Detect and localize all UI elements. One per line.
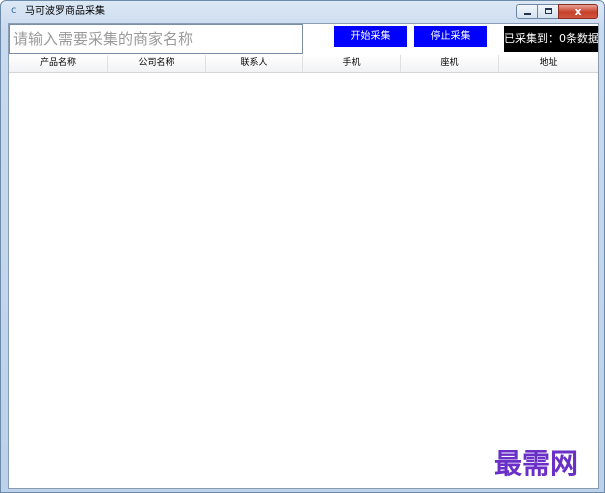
results-table-body[interactable]	[9, 73, 598, 488]
merchant-name-input[interactable]	[9, 24, 303, 54]
column-header-product-name[interactable]: 产品名称	[9, 55, 108, 72]
maximize-icon	[545, 8, 552, 14]
start-collect-button[interactable]: 开始采集	[334, 26, 407, 47]
minimize-button[interactable]	[516, 4, 538, 19]
collected-count-status: 已采集到：0条数据	[504, 26, 598, 52]
app-icon: c	[11, 5, 17, 16]
maximize-button[interactable]	[537, 4, 559, 19]
stop-collect-button[interactable]: 停止采集	[414, 26, 487, 47]
status-text: 已采集到：0条数据	[504, 32, 598, 45]
column-header-company-name[interactable]: 公司名称	[108, 55, 206, 72]
column-header-mobile[interactable]: 手机	[303, 55, 401, 72]
window-controls: x	[516, 4, 598, 20]
close-button[interactable]: x	[558, 4, 598, 19]
minimize-icon	[524, 13, 531, 15]
column-header-address[interactable]: 地址	[499, 55, 598, 72]
results-table-header: 产品名称 公司名称 联系人 手机 座机 地址	[9, 55, 598, 73]
watermark-logo: 最需网	[494, 447, 579, 480]
main-panel: 开始采集 停止采集 已采集到：0条数据 产品名称 公司名称 联系人 手机 座机 …	[8, 23, 599, 489]
window-title: 马可波罗商品采集	[25, 6, 105, 17]
title-bar[interactable]: c 马可波罗商品采集 x	[1, 1, 604, 23]
column-header-contact[interactable]: 联系人	[206, 55, 303, 72]
column-header-landline[interactable]: 座机	[401, 55, 499, 72]
close-icon: x	[574, 5, 582, 18]
app-window: c 马可波罗商品采集 x 开始采集 停止采集 已采集到：0条数据 产品名称 公司…	[0, 0, 605, 493]
